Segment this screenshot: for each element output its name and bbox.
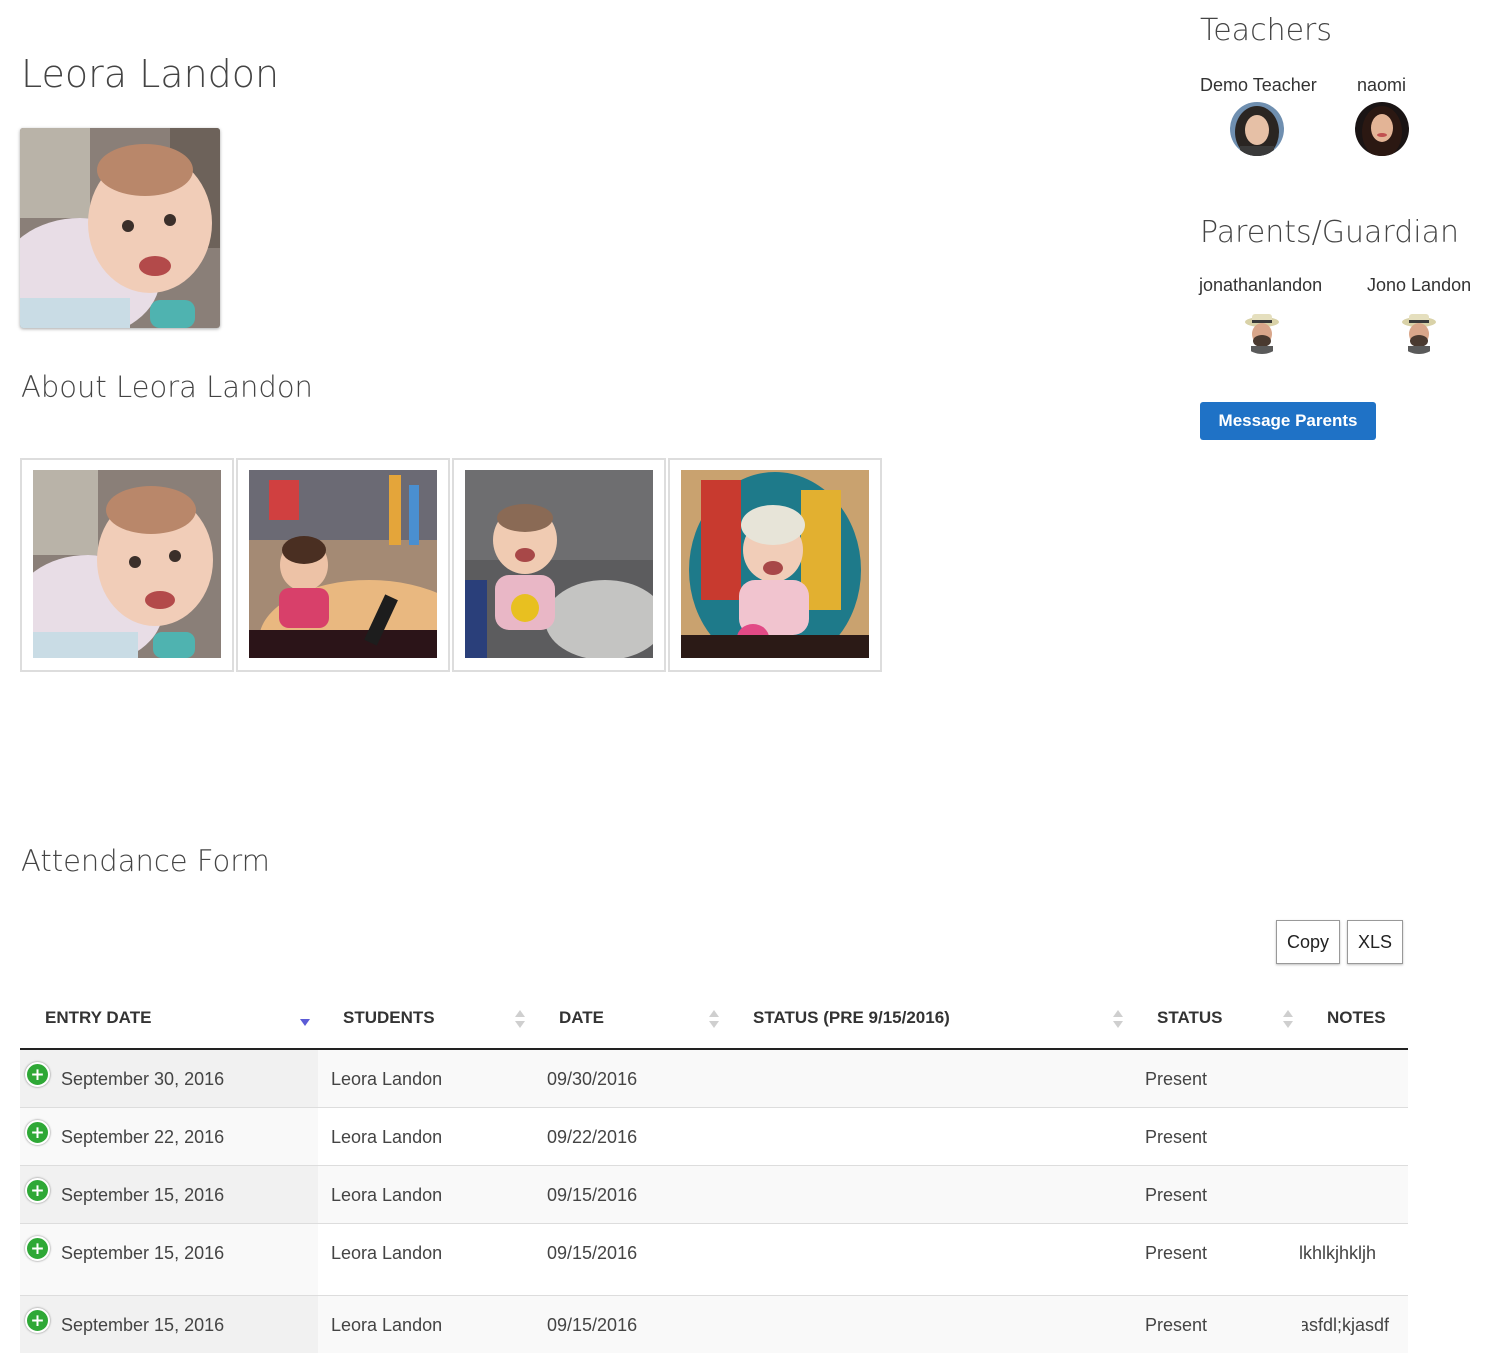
teacher-avatar[interactable] xyxy=(1230,102,1284,156)
status-cell: Present xyxy=(1145,1314,1208,1335)
date-cell: 09/30/2016 xyxy=(547,1069,638,1089)
entry-date-cell: September 22, 2016 xyxy=(61,1126,225,1147)
notes-cell: lkhlkjhkljh xyxy=(1299,1242,1377,1263)
teacher-card[interactable]: Demo Teacher xyxy=(1200,75,1320,156)
gallery-thumbnail[interactable] xyxy=(668,458,882,672)
parent-name: jonathanlandon xyxy=(1199,275,1323,295)
teachers-title: Teachers xyxy=(1200,13,1332,48)
status-cell: Present xyxy=(1145,1126,1208,1147)
date-cell: 09/22/2016 xyxy=(547,1126,638,1147)
status-cell: Present xyxy=(1145,1069,1208,1089)
status-cell: Present xyxy=(1145,1184,1208,1205)
student-cell: Leora Landon xyxy=(331,1126,443,1147)
column-header-status-pre[interactable]: STATUS (PRE 9/15/2016) xyxy=(728,990,1132,1050)
column-header-date[interactable]: DATE xyxy=(534,990,728,1050)
column-header-status[interactable]: STATUS xyxy=(1132,990,1302,1050)
sort-both-icon xyxy=(709,1010,719,1028)
student-cell: Leora Landon xyxy=(331,1069,443,1089)
student-cell: Leora Landon xyxy=(331,1242,443,1263)
student-name: Leora Landon xyxy=(21,52,280,96)
teacher-name: Demo Teacher xyxy=(1200,75,1317,95)
about-title: About Leora Landon xyxy=(21,370,313,404)
table-row[interactable]: + September 15, 2016 Leora Landon 09/15/2… xyxy=(20,1164,1408,1223)
table-row[interactable]: + September 30, 2016 Leora Landon 09/30/2… xyxy=(20,1048,1408,1107)
teacher-avatar[interactable] xyxy=(1355,102,1409,156)
column-header-entry-date[interactable]: ENTRY DATE xyxy=(20,990,318,1050)
teacher-name: naomi xyxy=(1357,75,1407,95)
sort-both-icon xyxy=(515,1010,525,1028)
entry-date-cell: September 15, 2016 xyxy=(61,1242,225,1263)
expand-row-icon[interactable]: + xyxy=(25,1177,50,1203)
teacher-card[interactable]: naomi xyxy=(1355,75,1417,156)
column-header-students[interactable]: STUDENTS xyxy=(318,990,534,1050)
sort-both-icon xyxy=(1113,1010,1123,1028)
column-header-label: STATUS xyxy=(1157,1008,1223,1027)
expand-row-icon[interactable]: + xyxy=(25,1119,50,1145)
attendance-table: ENTRY DATE STUDENTS DATE STATUS (PRE 9/1… xyxy=(20,990,1408,1353)
table-row[interactable]: + September 15, 2016 Leora Landon 09/15/2… xyxy=(20,1294,1408,1353)
column-header-label: DATE xyxy=(559,1008,605,1027)
column-header-label: ENTRY DATE xyxy=(45,1008,152,1027)
copy-button[interactable]: Copy xyxy=(1276,920,1340,964)
date-cell: 09/15/2016 xyxy=(547,1314,638,1335)
expand-row-icon[interactable]: + xyxy=(25,1062,50,1087)
message-parents-button[interactable]: Message Parents xyxy=(1200,402,1376,440)
entry-date-cell: September 15, 2016 xyxy=(61,1184,225,1205)
table-row[interactable]: + September 22, 2016 Leora Landon 09/22/2… xyxy=(20,1106,1408,1165)
attendance-form-title: Attendance Form xyxy=(21,844,270,878)
sort-descending-icon xyxy=(300,1019,310,1026)
column-header-label: NOTES xyxy=(1327,1008,1386,1027)
column-header-label: STATUS (PRE 9/15/2016) xyxy=(753,1008,950,1027)
parents-guardian-title: Parents/Guardian xyxy=(1200,215,1459,250)
parent-name: Jono Landon xyxy=(1367,275,1472,295)
table-header-row: ENTRY DATE STUDENTS DATE STATUS (PRE 9/1… xyxy=(20,990,1408,1050)
date-cell: 09/15/2016 xyxy=(547,1184,638,1205)
sort-both-icon xyxy=(1283,1010,1293,1028)
gallery-thumbnail[interactable] xyxy=(20,458,234,672)
table-row[interactable]: + September 15, 2016 Leora Landon 09/15/2… xyxy=(20,1222,1408,1295)
column-header-notes[interactable]: NOTES xyxy=(1302,990,1408,1050)
entry-date-cell: September 30, 2016 xyxy=(61,1069,225,1089)
parent-card[interactable]: Jono Landon xyxy=(1367,275,1477,354)
parent-avatar[interactable] xyxy=(1239,308,1285,354)
student-cell: Leora Landon xyxy=(331,1184,443,1205)
status-cell: Present xyxy=(1145,1242,1208,1263)
date-cell: 09/15/2016 xyxy=(547,1242,638,1263)
gallery-thumbnail[interactable] xyxy=(236,458,450,672)
parent-card[interactable]: jonathanlandon xyxy=(1199,275,1329,354)
entry-date-cell: September 15, 2016 xyxy=(61,1314,225,1335)
student-profile-photo xyxy=(20,128,220,328)
gallery-thumbnail[interactable] xyxy=(452,458,666,672)
column-header-label: STUDENTS xyxy=(343,1008,435,1027)
xls-export-button[interactable]: XLS xyxy=(1347,920,1403,964)
expand-row-icon[interactable]: + xyxy=(25,1235,50,1261)
student-cell: Leora Landon xyxy=(331,1314,443,1335)
expand-row-icon[interactable]: + xyxy=(25,1307,50,1333)
parent-avatar[interactable] xyxy=(1396,308,1442,354)
notes-cell: asfdl;kjasdf xyxy=(1302,1314,1390,1335)
photo-gallery xyxy=(20,458,884,672)
